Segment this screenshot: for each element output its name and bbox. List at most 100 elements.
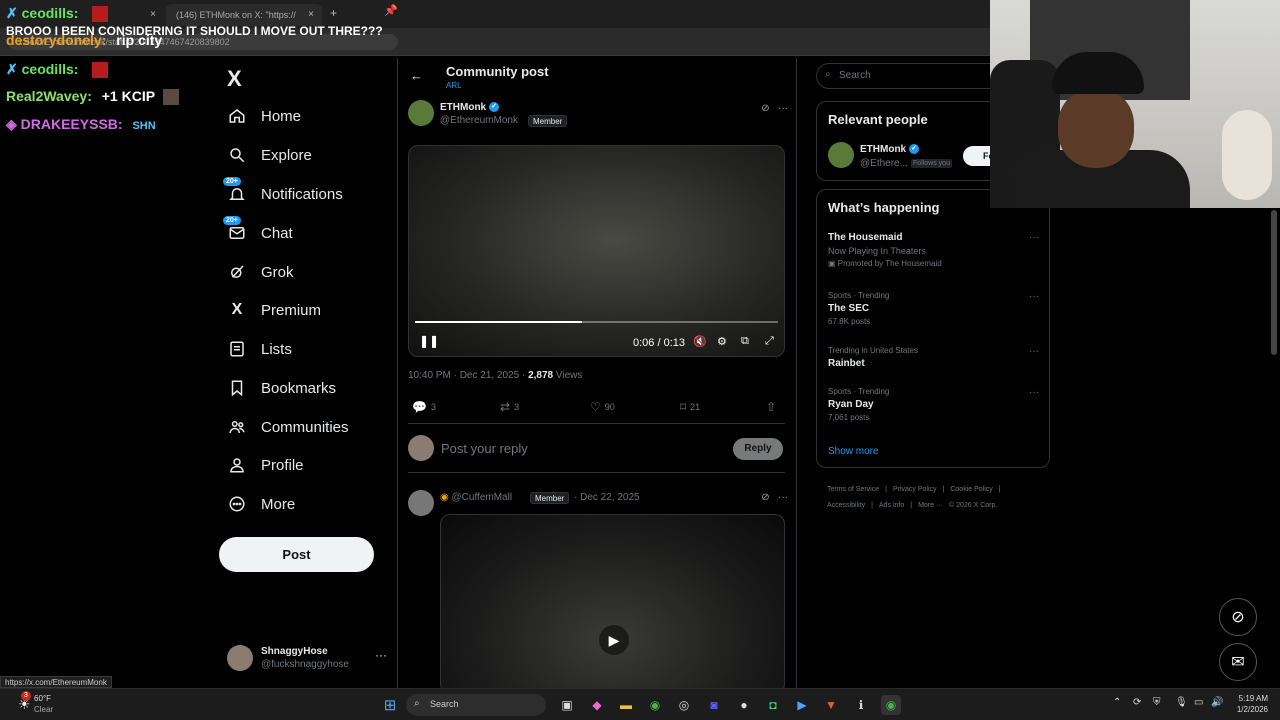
taskbar-search[interactable]: ⌕ Search [406, 694, 546, 716]
app-icon[interactable]: ◘ [763, 695, 783, 715]
messages-fab-icon[interactable]: ✉ [1219, 643, 1257, 681]
x-logo-icon[interactable]: X [227, 66, 242, 92]
like-button[interactable]: ♡ 90 [590, 400, 615, 414]
windows-start-icon[interactable]: ⊞ [380, 695, 400, 715]
more-dots-icon[interactable]: ··· [1029, 291, 1039, 302]
system-clock[interactable]: 5:19 AM 1/2/2026 [1226, 693, 1268, 715]
info-app-icon[interactable]: ℹ [851, 695, 871, 715]
show-more-link[interactable]: Show more [828, 446, 879, 457]
notification-badge: 20+ [223, 177, 241, 186]
avatar[interactable] [408, 100, 434, 126]
post-date[interactable]: · Dec 22, 2025 [574, 492, 640, 503]
powershell-icon[interactable]: ▶ [792, 695, 812, 715]
bookmark-button[interactable]: ⌑ 21 [680, 400, 700, 414]
microphone-icon[interactable]: 🎙 [1175, 697, 1188, 708]
chat-message: ◈ DRAKEEYSSB: SHN [6, 116, 156, 133]
nav-grok[interactable]: Grok [227, 257, 294, 287]
account-handle: @fuckshnaggyhose [261, 659, 349, 670]
page-title: Community post [446, 64, 549, 79]
post-timestamp[interactable]: 10:40 PM · Dec 21, 2025 · [408, 370, 528, 381]
people-icon [227, 417, 247, 437]
nav-lists[interactable]: Lists [227, 334, 292, 364]
nav-more[interactable]: More [227, 489, 295, 519]
account-switcher[interactable]: ShnaggyHose @fuckshnaggyhose ··· [227, 643, 387, 673]
pause-icon[interactable]: ❚❚ [419, 334, 439, 348]
nav-notifications[interactable]: 20+ Notifications [223, 177, 343, 209]
volume-icon[interactable]: 🔊 [1211, 697, 1223, 708]
monitor-icon[interactable]: ▭ [1194, 697, 1203, 708]
reply-count: 3 [430, 402, 436, 412]
trend-item[interactable]: Sports · Trending The SEC 67.8K posts ··… [828, 291, 1043, 326]
more-dots-icon[interactable]: ··· [778, 492, 788, 503]
footer-link[interactable]: Cookie Policy [950, 486, 992, 493]
footer-link[interactable]: Accessibility [827, 502, 865, 509]
person-name[interactable]: ETHMonk ✓ [860, 144, 920, 155]
copilot-icon[interactable]: ◆ [587, 695, 607, 715]
trend-item[interactable]: The Housemaid Now Playing In Theaters ▣ … [828, 232, 1043, 268]
reply-submit-button[interactable]: Reply [733, 438, 783, 460]
footer-link[interactable]: Privacy Policy [893, 486, 937, 493]
nav-premium[interactable]: X Premium [227, 295, 321, 325]
steam-icon[interactable]: ◎ [674, 695, 694, 715]
video-thumbnail[interactable]: ▶ [440, 514, 785, 688]
shield-icon[interactable]: ⛨ [1153, 697, 1161, 708]
back-arrow-icon[interactable]: ← [410, 68, 423, 83]
sync-icon[interactable]: ⟳ [1133, 697, 1141, 708]
emote-icon [92, 62, 109, 79]
reply-button[interactable]: 💬 3 [412, 400, 436, 414]
more-dots-icon[interactable]: ··· [375, 648, 387, 662]
file-explorer-icon[interactable]: ▬ [616, 695, 636, 715]
trend-subtitle: Now Playing In Theaters [828, 246, 926, 256]
chrome-icon[interactable]: ◉ [645, 695, 665, 715]
x-icon: X [231, 301, 243, 318]
fullscreen-icon[interactable]: ⤢ [765, 335, 774, 348]
nav-communities[interactable]: Communities [227, 412, 349, 442]
nav-explore[interactable]: Explore [227, 140, 312, 170]
video-scrubber[interactable] [415, 321, 778, 323]
more-dots-icon[interactable]: ··· [1029, 346, 1039, 357]
member-badge: Member [528, 115, 568, 127]
promoted-label: ▣ Promoted by The Housemaid [828, 259, 1043, 268]
trend-context: Trending in United States [828, 346, 918, 355]
settings-icon[interactable]: ⚙ [717, 335, 727, 348]
reply-input[interactable]: Post your reply [441, 441, 528, 456]
list-icon [227, 339, 247, 359]
grok-fab-icon[interactable]: ⊘ [1219, 598, 1257, 636]
trend-item[interactable]: Sports · Trending Ryan Day 7,061 posts ·… [828, 387, 1043, 422]
picture-in-picture-icon[interactable]: ⧉ [741, 335, 749, 348]
brave-icon[interactable]: ▼ [821, 695, 841, 715]
search-icon: ⌕ [825, 69, 831, 80]
page-scrollbar[interactable] [1271, 210, 1277, 355]
obs-icon[interactable]: ● [734, 695, 754, 715]
grok-icon[interactable]: ⊘ [761, 103, 769, 114]
chrome-active-icon[interactable]: ◉ [881, 695, 901, 715]
video-player[interactable]: ❚❚ 0:06 / 0:13 🔇 ⚙ ⧉ ⤢ [408, 145, 785, 357]
play-icon[interactable]: ▶ [599, 625, 629, 655]
grok-icon[interactable]: ⊘ [761, 492, 769, 503]
author-handle[interactable]: ◉ @CuffemMall [440, 492, 512, 503]
nav-chat[interactable]: 20+ Chat [223, 216, 293, 248]
footer-link[interactable]: More ··· [918, 502, 943, 509]
more-dots-icon[interactable]: ··· [1029, 232, 1039, 243]
post-button[interactable]: Post [219, 537, 374, 572]
discord-icon[interactable]: ◙ [704, 695, 724, 715]
trend-item[interactable]: Trending in United States Rainbet ··· [828, 346, 1043, 369]
share-button[interactable]: ⇧ [766, 400, 780, 414]
more-dots-icon[interactable]: ··· [1029, 387, 1039, 398]
nav-home[interactable]: Home [227, 101, 301, 131]
nav-profile[interactable]: Profile [227, 450, 304, 480]
trend-count: 7,061 posts [828, 413, 870, 422]
avatar[interactable] [408, 490, 434, 516]
repost-button[interactable]: ⇄ 3 [500, 400, 519, 414]
more-dots-icon[interactable]: ··· [778, 103, 788, 114]
nav-bookmarks[interactable]: Bookmarks [227, 373, 336, 403]
footer-link[interactable]: Ads info [879, 502, 904, 509]
task-view-icon[interactable]: ▣ [557, 695, 577, 715]
tray-chevron-icon[interactable]: ⌃ [1113, 697, 1121, 708]
community-link[interactable]: ARL [446, 81, 462, 90]
mute-icon[interactable]: 🔇 [693, 335, 707, 348]
author-handle[interactable]: @EthereumMonk [440, 115, 518, 126]
footer-link[interactable]: Terms of Service [827, 486, 879, 493]
author-name[interactable]: ETHMonk ✓ [440, 102, 500, 113]
avatar[interactable] [828, 142, 854, 168]
